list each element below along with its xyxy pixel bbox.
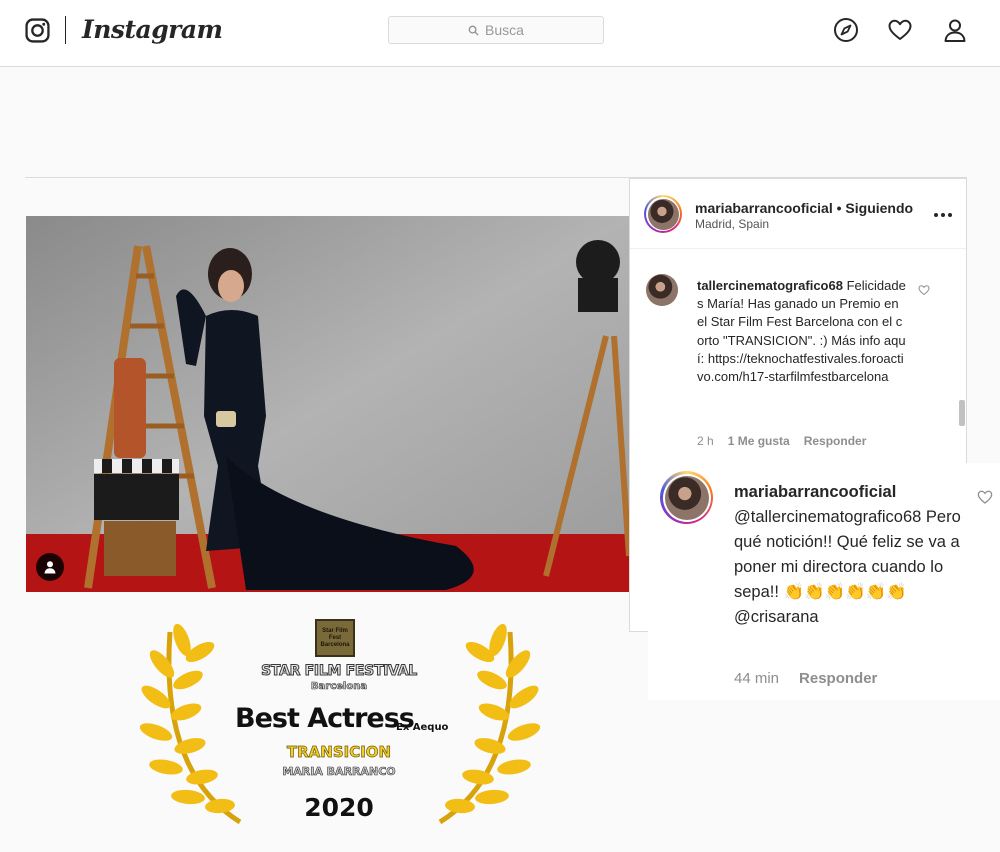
author-username[interactable]: mariabarrancooficial	[695, 200, 833, 216]
award-title: Best Actress	[235, 703, 415, 734]
user-tag-icon	[44, 561, 56, 574]
compass-icon[interactable]	[833, 17, 859, 43]
award-city: Barcelona	[310, 681, 368, 693]
comments-scrollbar[interactable]	[959, 400, 965, 426]
award-recipient: MARIA BARRANCO	[282, 765, 396, 779]
photo-scene	[26, 216, 629, 592]
instagram-post-screen: Instagram Busca mariabarrancooficial • S…	[0, 0, 1000, 852]
reply-time[interactable]: 44 min	[734, 670, 779, 687]
top-navigation-bar: Instagram Busca	[0, 0, 1000, 67]
more-options-icon[interactable]	[934, 213, 952, 217]
reply-avatar[interactable]	[660, 471, 713, 524]
comment-like-icon[interactable]	[918, 284, 930, 296]
comment-time[interactable]: 2 h	[697, 434, 714, 448]
award-festival-name: STAR FILM FESTIVAL	[261, 663, 418, 680]
instagram-wordmark[interactable]: Instagram	[82, 15, 223, 44]
profile-icon[interactable]	[942, 17, 968, 43]
post-photo[interactable]	[26, 216, 629, 592]
separator-dot: •	[836, 200, 842, 216]
post-location[interactable]: Madrid, Spain	[695, 217, 769, 231]
heart-icon[interactable]	[887, 17, 913, 43]
follow-status-button[interactable]: Siguiendo	[845, 200, 913, 216]
festival-logo: Star Film Fest Barcelona	[315, 619, 355, 657]
reply-button[interactable]: Responder	[799, 670, 877, 687]
award-film-title: TRANSICION	[286, 743, 392, 762]
post-header: mariabarrancooficial • Siguiendo Madrid,…	[630, 178, 966, 249]
search-icon	[468, 25, 479, 36]
user-tag-button[interactable]	[36, 553, 64, 581]
festival-logo-text: Star Film Fest Barcelona	[320, 627, 350, 648]
brand-divider	[65, 16, 66, 44]
reply-body: mariabarrancooficial @tallercinematograf…	[734, 480, 974, 630]
comment-text: Felicidades María! Has ganado un Premio …	[697, 278, 906, 385]
award-ex-aequo: Ex Aequo	[396, 722, 449, 733]
author-line: mariabarrancooficial • Siguiendo	[695, 200, 913, 216]
reply-like-icon[interactable]	[977, 489, 993, 505]
search-input[interactable]: Busca	[388, 16, 604, 44]
zoomed-reply: mariabarrancooficial @tallercinematograf…	[648, 463, 1000, 700]
search-placeholder: Busca	[485, 22, 524, 38]
commenter-username[interactable]: tallercinematografico68	[697, 278, 843, 293]
comment-meta: 2 h 1 Me gusta Responder	[697, 434, 866, 448]
comment-reply-button[interactable]: Responder	[804, 434, 867, 448]
comment-likes[interactable]: 1 Me gusta	[728, 434, 790, 448]
commenter-avatar[interactable]	[646, 274, 678, 306]
award-year: 2020	[304, 793, 374, 822]
reply-meta: 44 min Responder	[734, 670, 877, 687]
reply-text: @tallercinematografico68 Pero qué notici…	[734, 508, 961, 626]
award-laurel: Star Film Fest Barcelona STAR FILM FESTI…	[140, 612, 540, 852]
author-avatar[interactable]	[644, 195, 682, 233]
reply-username[interactable]: mariabarrancooficial	[734, 483, 896, 501]
instagram-glyph-icon[interactable]	[25, 18, 50, 43]
comment-body: tallercinematografico68 Felicidades Marí…	[697, 277, 907, 386]
